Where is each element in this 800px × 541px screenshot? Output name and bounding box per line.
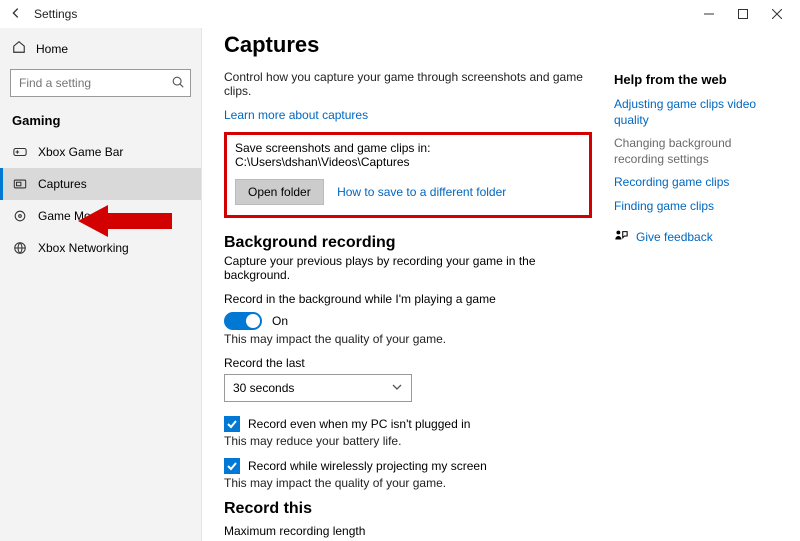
page-title: Captures: [224, 32, 592, 58]
sidebar-home[interactable]: Home: [0, 34, 201, 63]
help-link-bg-settings[interactable]: Changing background recording settings: [614, 136, 780, 167]
record-last-value: 30 seconds: [233, 381, 294, 395]
record-last-label: Record the last: [224, 356, 592, 370]
chevron-down-icon: [391, 381, 403, 396]
help-heading: Help from the web: [614, 72, 780, 87]
help-panel: Help from the web Adjusting game clips v…: [614, 68, 790, 541]
help-link-finding[interactable]: Finding game clips: [614, 199, 780, 215]
search-icon: [171, 75, 185, 92]
feedback-icon: [614, 229, 628, 246]
bg-recording-desc: Capture your previous plays by recording…: [224, 254, 592, 282]
main-panel: Captures Control how you capture your ga…: [202, 28, 614, 541]
sidebar: Home Gaming Xbox Game Bar: [0, 28, 202, 541]
learn-more-link[interactable]: Learn more about captures: [224, 108, 368, 122]
captures-icon: [12, 177, 28, 191]
home-label: Home: [36, 42, 68, 56]
bg-toggle-state: On: [272, 314, 288, 328]
sidebar-item-xbox-networking[interactable]: Xbox Networking: [0, 232, 201, 264]
gamemode-icon: [12, 209, 28, 223]
settings-window: Settings Home Gaming: [0, 0, 800, 541]
sidebar-item-label: Xbox Game Bar: [38, 145, 123, 159]
record-wireless-label: Record while wirelessly projecting my sc…: [248, 459, 487, 473]
sidebar-nav: Xbox Game Bar Captures Game Mode: [0, 136, 201, 264]
gamebar-icon: [12, 145, 28, 159]
networking-icon: [12, 241, 28, 255]
max-length-label: Maximum recording length: [224, 524, 592, 538]
back-button[interactable]: [6, 6, 26, 23]
record-unplugged-checkbox[interactable]: [224, 416, 240, 432]
search-input[interactable]: [10, 69, 191, 97]
page-description: Control how you capture your game throug…: [224, 70, 584, 98]
record-unplugged-label: Record even when my PC isn't plugged in: [248, 417, 470, 431]
open-folder-button[interactable]: Open folder: [235, 179, 324, 205]
record-unplugged-hint: This may reduce your battery life.: [224, 434, 592, 448]
give-feedback-label: Give feedback: [636, 230, 713, 244]
sidebar-item-xbox-game-bar[interactable]: Xbox Game Bar: [0, 136, 201, 168]
sidebar-item-game-mode[interactable]: Game Mode: [0, 200, 201, 232]
sidebar-item-label: Xbox Networking: [38, 241, 129, 255]
save-path-text: Save screenshots and game clips in: C:\U…: [235, 141, 581, 169]
record-wireless-checkbox[interactable]: [224, 458, 240, 474]
maximize-button[interactable]: [726, 1, 760, 27]
record-last-dropdown[interactable]: 30 seconds: [224, 374, 412, 402]
content-area: Captures Control how you capture your ga…: [202, 28, 800, 541]
bg-recording-heading: Background recording: [224, 234, 592, 252]
record-this-heading: Record this: [224, 500, 592, 518]
sidebar-item-label: Game Mode: [38, 209, 104, 223]
titlebar: Settings: [0, 0, 800, 28]
bg-toggle-hint: This may impact the quality of your game…: [224, 332, 592, 346]
bg-toggle-label: Record in the background while I'm playi…: [224, 292, 592, 306]
give-feedback-link[interactable]: Give feedback: [614, 229, 780, 246]
help-link-quality[interactable]: Adjusting game clips video quality: [614, 97, 780, 128]
minimize-button[interactable]: [692, 1, 726, 27]
sidebar-item-captures[interactable]: Captures: [0, 168, 201, 200]
sidebar-section-head: Gaming: [0, 107, 201, 136]
record-wireless-hint: This may impact the quality of your game…: [224, 476, 592, 490]
close-button[interactable]: [760, 1, 794, 27]
how-to-save-link[interactable]: How to save to a different folder: [337, 185, 506, 199]
bg-record-toggle[interactable]: [224, 312, 262, 330]
search-wrap: [10, 69, 191, 97]
window-title: Settings: [34, 7, 77, 21]
help-link-recording[interactable]: Recording game clips: [614, 175, 780, 191]
save-location-box: Save screenshots and game clips in: C:\U…: [224, 132, 592, 218]
sidebar-item-label: Captures: [38, 177, 87, 191]
home-icon: [12, 40, 26, 57]
